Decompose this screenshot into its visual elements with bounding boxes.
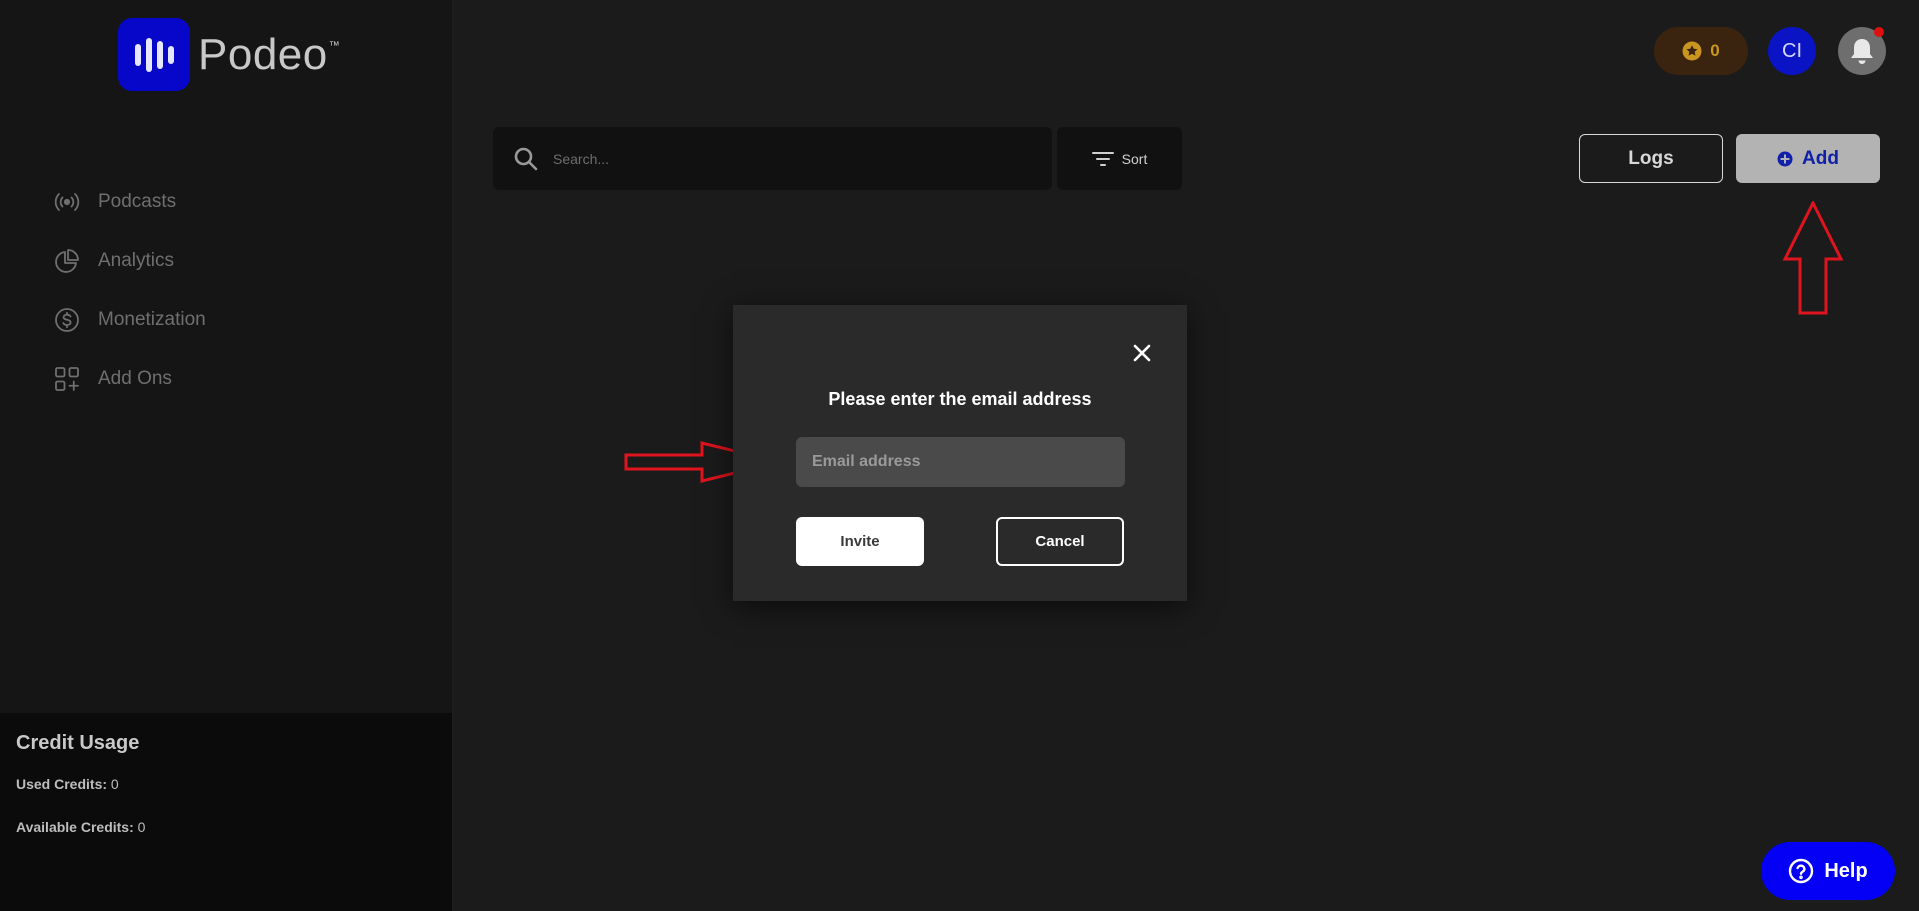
sidebar-item-label: Monetization bbox=[98, 308, 206, 330]
sidebar-item-label: Add Ons bbox=[98, 367, 172, 389]
sidebar-item-podcasts[interactable]: Podcasts bbox=[54, 172, 206, 231]
sidebar-nav: Podcasts Analytics Monetization Add Ons bbox=[54, 172, 206, 408]
help-button[interactable]: Help bbox=[1761, 842, 1895, 900]
search-bar[interactable] bbox=[493, 127, 1052, 190]
credits-balance-badge[interactable]: 0 bbox=[1654, 27, 1748, 75]
search-input[interactable] bbox=[551, 149, 1035, 168]
avatar[interactable]: CI bbox=[1768, 27, 1816, 75]
credit-usage-title: Credit Usage bbox=[16, 732, 140, 754]
logs-button[interactable]: Logs bbox=[1579, 134, 1723, 183]
logo-text: Podeo bbox=[198, 29, 328, 79]
logo-trademark: ™ bbox=[328, 40, 340, 52]
invite-button[interactable]: Invite bbox=[796, 517, 924, 566]
modal-title: Please enter the email address bbox=[828, 389, 1092, 409]
plus-circle-icon bbox=[1777, 151, 1793, 166]
sidebar-item-label: Analytics bbox=[98, 249, 175, 271]
available-credits-row: Available Credits: 0 bbox=[16, 819, 145, 835]
sidebar-item-add-ons[interactable]: Add Ons bbox=[54, 349, 206, 408]
annotation-arrow-up bbox=[1782, 201, 1844, 315]
pie-chart-icon bbox=[55, 248, 79, 273]
star-coin-icon bbox=[1682, 41, 1702, 61]
credit-usage-panel: Credit Usage Used Credits: 0 Available C… bbox=[0, 713, 452, 911]
broadcast-icon bbox=[54, 192, 80, 211]
available-credits-value: 0 bbox=[137, 819, 146, 835]
search-icon bbox=[514, 147, 538, 170]
help-label: Help bbox=[1824, 859, 1868, 882]
sidebar-item-label: Podcasts bbox=[98, 190, 177, 212]
question-circle-icon bbox=[1789, 858, 1814, 884]
sidebar-item-analytics[interactable]: Analytics bbox=[54, 231, 206, 290]
sidebar: Podeo ™ Podcasts Analytics Monetization … bbox=[0, 0, 453, 911]
notification-dot bbox=[1874, 27, 1884, 37]
bell-icon bbox=[1851, 39, 1873, 64]
used-credits-label: Used Credits: bbox=[16, 776, 108, 792]
sort-label: Sort bbox=[1121, 150, 1148, 167]
invite-email-modal: Please enter the email address Invite Ca… bbox=[733, 305, 1187, 601]
podeo-logo[interactable]: Podeo ™ bbox=[118, 18, 340, 91]
available-credits-label: Available Credits: bbox=[16, 819, 134, 835]
sort-button[interactable]: Sort bbox=[1057, 127, 1182, 190]
sidebar-item-monetization[interactable]: Monetization bbox=[54, 290, 206, 349]
grid-plus-icon bbox=[55, 366, 79, 391]
cancel-button[interactable]: Cancel bbox=[996, 517, 1124, 566]
email-field[interactable] bbox=[796, 437, 1125, 487]
used-credits-row: Used Credits: 0 bbox=[16, 776, 119, 792]
add-label: Add bbox=[1802, 147, 1839, 169]
notifications-button[interactable] bbox=[1838, 27, 1886, 75]
dollar-circle-icon bbox=[55, 307, 79, 332]
credits-count: 0 bbox=[1710, 41, 1720, 60]
used-credits-value: 0 bbox=[110, 776, 119, 792]
podeo-logo-mark bbox=[118, 18, 190, 91]
add-button[interactable]: Add bbox=[1736, 134, 1880, 183]
filter-lines-icon bbox=[1091, 151, 1114, 166]
close-icon[interactable] bbox=[1130, 341, 1154, 365]
